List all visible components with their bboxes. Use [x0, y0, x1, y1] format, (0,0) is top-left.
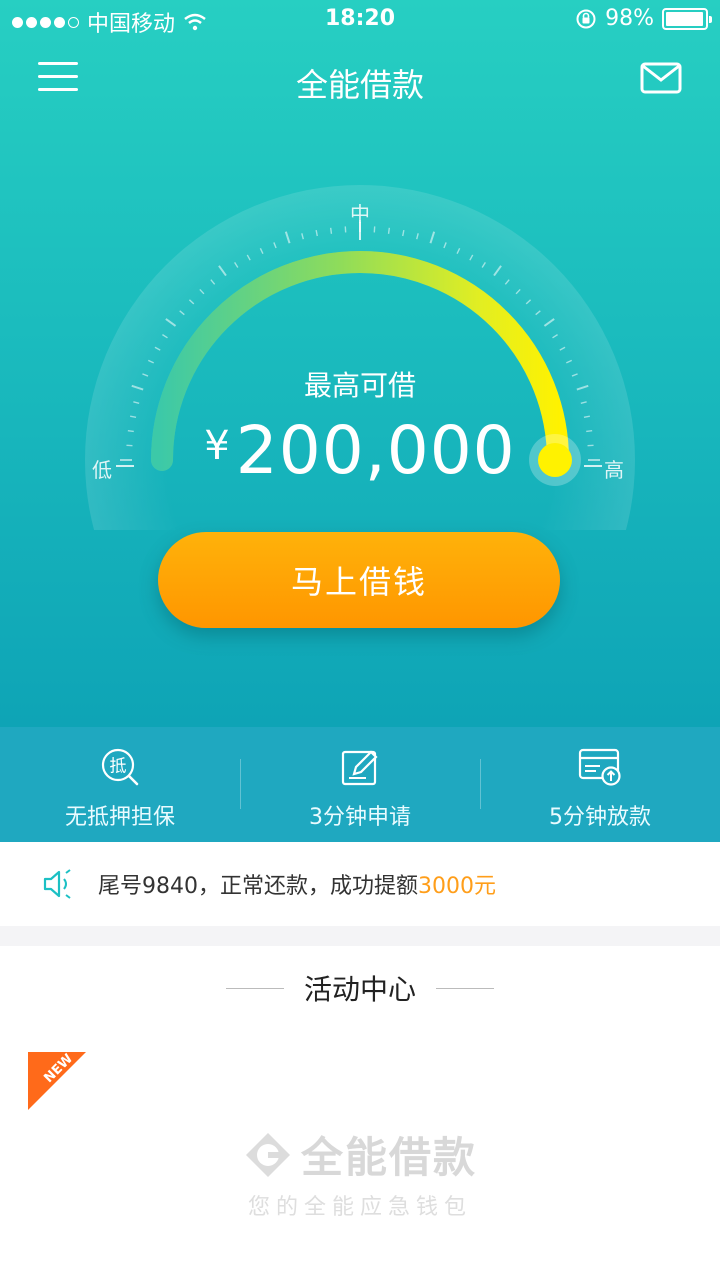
new-badge: NEW: [28, 1052, 86, 1110]
activity-header: 活动中心: [0, 968, 720, 1008]
feature-label: 5分钟放款: [549, 805, 651, 830]
divider: [436, 987, 494, 989]
wifi-icon: [184, 13, 206, 31]
signal-strength-icon: [12, 16, 79, 28]
feature-label: 3分钟申请: [309, 805, 411, 830]
page-title: 全能借款: [295, 66, 424, 104]
status-left: 中国移动: [12, 6, 207, 38]
status-bar: 中国移动 18:20 98%: [0, 0, 720, 40]
loan-amount-value: 200,000: [235, 412, 516, 489]
battery-level: [666, 11, 704, 26]
speaker-icon: [43, 869, 71, 899]
fast-payout-icon: [578, 748, 621, 786]
no-collateral-icon: 抵: [101, 748, 139, 786]
menu-button[interactable]: [38, 60, 78, 94]
status-right: 98%: [575, 6, 712, 31]
promo-logo: 全能借款: [0, 1124, 720, 1185]
carrier-name: 中国移动: [87, 12, 176, 37]
mail-icon[interactable]: [640, 62, 682, 94]
svg-text:抵: 抵: [110, 757, 127, 777]
gauge-tick: [329, 227, 333, 234]
feature-label: 无抵押担保: [64, 805, 175, 830]
feature-quick-apply[interactable]: 3分钟申请: [240, 727, 480, 842]
features-bar: 抵 无抵押担保 3分钟申请 5分钟放款: [0, 727, 720, 842]
borrow-now-button[interactable]: 马上借钱: [158, 532, 560, 628]
notice-bar[interactable]: 尾号9840，正常还款，成功提额 3000元: [0, 842, 720, 926]
battery-icon: [662, 7, 712, 30]
brand-logo-icon: [245, 1132, 290, 1177]
promo-slogan: 您的全能应急钱包: [247, 1195, 472, 1220]
promo-banner[interactable]: 全能借款 您的全能应急钱包: [0, 1124, 720, 1221]
gauge-label-mid: 中: [350, 202, 370, 226]
gauge-tick: [387, 227, 391, 234]
edit-form-icon: [341, 750, 378, 786]
hero-section: 中国移动 18:20 98% 全能借款 中 低 高 最高可借 ¥200,000 …: [0, 0, 720, 727]
max-loan-caption: 最高可借: [303, 369, 416, 402]
activity-center: 活动中心 NEW 全能借款 您的全能应急钱包: [0, 946, 720, 1280]
currency-symbol: ¥: [204, 423, 230, 469]
battery-percent: 98%: [605, 6, 654, 31]
activity-title: 活动中心: [303, 973, 416, 1006]
nav-bar: 全能借款: [0, 48, 720, 112]
orientation-lock-icon: [576, 9, 596, 28]
notice-text: 尾号9840，正常还款，成功提额: [98, 874, 418, 899]
feature-no-collateral[interactable]: 抵 无抵押担保: [0, 727, 240, 842]
max-loan-amount: ¥200,000: [0, 412, 720, 489]
promo-brand-name: 全能借款: [300, 1133, 477, 1182]
feature-fast-payout[interactable]: 5分钟放款: [480, 727, 720, 842]
divider: [225, 987, 284, 989]
notice-amount: 3000元: [418, 874, 496, 899]
